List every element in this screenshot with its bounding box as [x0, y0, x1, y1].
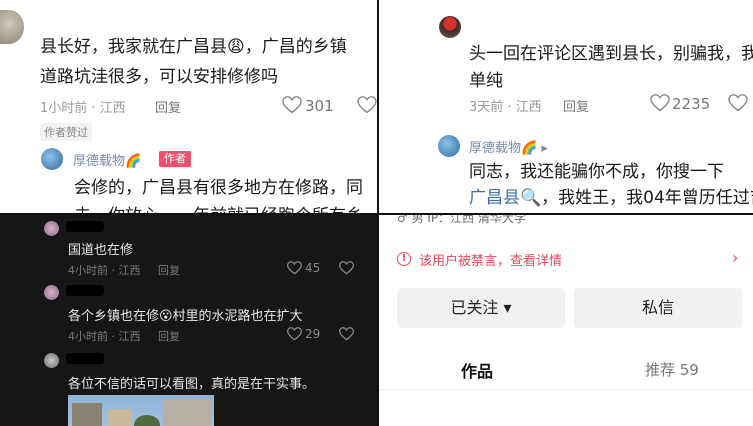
user-avatar[interactable] [439, 16, 461, 38]
dislike-icon[interactable] [728, 94, 748, 112]
author-avatar[interactable] [438, 135, 460, 157]
search-link[interactable]: 广昌县🔍 [469, 188, 541, 208]
comment-text: 各个乡镇也在修😮村里的水泥路也在扩大 [68, 309, 303, 324]
heart-icon[interactable] [287, 261, 302, 275]
author-username[interactable]: 厚德载物🌈 [73, 150, 141, 169]
street-photo[interactable] [68, 395, 214, 426]
reply-text-line2: 广昌县🔍，我姓王，我04年曾历任过吉 [469, 184, 753, 212]
follow-button[interactable]: 已关注 ▾ [397, 288, 565, 328]
comment-panel-2: 头一回在评论区遇到县长，别骗我，我 单纯 3天前 · 江西 回复 2235 厚德… [379, 0, 753, 213]
user-avatar[interactable] [44, 221, 59, 236]
tab-recommend[interactable]: 推荐 59 [645, 359, 699, 380]
ban-notice-text: 该用户被禁言，查看详情 [419, 254, 563, 269]
heart-icon[interactable] [650, 94, 670, 112]
user-avatar[interactable] [0, 10, 24, 44]
author-badge: 作者 [159, 151, 191, 167]
redacted-username [66, 221, 104, 232]
ban-notice[interactable]: ! 该用户被禁言，查看详情 › [397, 248, 747, 270]
dislike-icon[interactable] [339, 261, 354, 275]
author-username[interactable]: 厚德载物🌈 ▸ [469, 137, 548, 156]
comment-text-line2: 道路坑洼很多，可以安排修修吗 [40, 67, 278, 87]
reply-text-line1: 同志，我还能骗你不成，你搜一下 [469, 162, 724, 182]
comment-text-line2: 单纯 [469, 71, 503, 91]
tab-works[interactable]: 作品 [461, 358, 493, 382]
building-left [72, 403, 102, 426]
comment-time-location: 4小时前 · 江西 [68, 330, 141, 343]
tab-underline [379, 389, 753, 390]
panel-divider-horizontal [0, 213, 753, 215]
like-count: 29 [305, 327, 321, 341]
building-mid [108, 409, 132, 426]
author-liked-tag: 作者赞过 [40, 123, 92, 141]
comment-text: 国道也在修 [68, 243, 134, 258]
reply-button[interactable]: 回复 [563, 96, 589, 115]
comment-panel-3: 国道也在修 4小时前 · 江西 回复 45 各个乡镇也在修😮村里的水泥路也在扩大… [0, 215, 377, 426]
profile-panel: ♂ 男 IP：江西 清华大学 ! 该用户被禁言，查看详情 › 已关注 ▾ 私信 … [379, 215, 753, 426]
comment-time-location: 4小时前 · 江西 [68, 264, 141, 277]
author-avatar[interactable] [41, 148, 63, 170]
dislike-icon[interactable] [339, 327, 354, 341]
comment-time-location: 1小时前 · 江西 [40, 101, 126, 116]
redacted-username [66, 353, 104, 364]
heart-icon[interactable] [282, 96, 302, 114]
like-count: 301 [305, 97, 334, 115]
comment-panel-1: 县长好，我家就在广昌县😩，广昌的乡镇 道路坑洼很多，可以安排修修吗 1小时前 ·… [0, 0, 377, 213]
reply-button[interactable]: 回复 [155, 97, 181, 116]
tree [134, 415, 160, 426]
chevron-right-icon: › [732, 248, 739, 267]
reply-text-line2: 去，你放心，一年前就已经跑个所有乡 [74, 202, 363, 213]
profile-info-line: ♂ 男 IP：江西 清华大学 [397, 215, 526, 225]
reply-text-line1: 会修的，广昌县有很多地方在修路，同 [74, 178, 363, 198]
comment-time-location: 3天前 · 江西 [469, 100, 542, 115]
heart-icon[interactable] [287, 327, 302, 341]
like-count: 45 [305, 261, 321, 275]
like-count: 2235 [672, 95, 711, 113]
comment-text: 各位不信的话可以看图，真的是在干实事。 [68, 377, 316, 392]
reply-button[interactable]: 回复 [158, 328, 180, 344]
reply-text-line2-rest: ，我姓王，我04年曾历任过吉 [541, 188, 753, 208]
warning-circle-icon: ! [397, 252, 411, 266]
reply-button[interactable]: 回复 [158, 262, 180, 278]
comment-text-line1: 头一回在评论区遇到县长，别骗我，我 [469, 44, 753, 64]
redacted-username [66, 285, 104, 296]
comment-text-line1: 县长好，我家就在广昌县😩，广昌的乡镇 [40, 37, 347, 57]
message-button[interactable]: 私信 [574, 288, 742, 328]
user-avatar[interactable] [44, 353, 59, 368]
user-avatar[interactable] [44, 285, 59, 300]
dislike-icon[interactable] [357, 96, 377, 114]
building-right [163, 399, 211, 426]
